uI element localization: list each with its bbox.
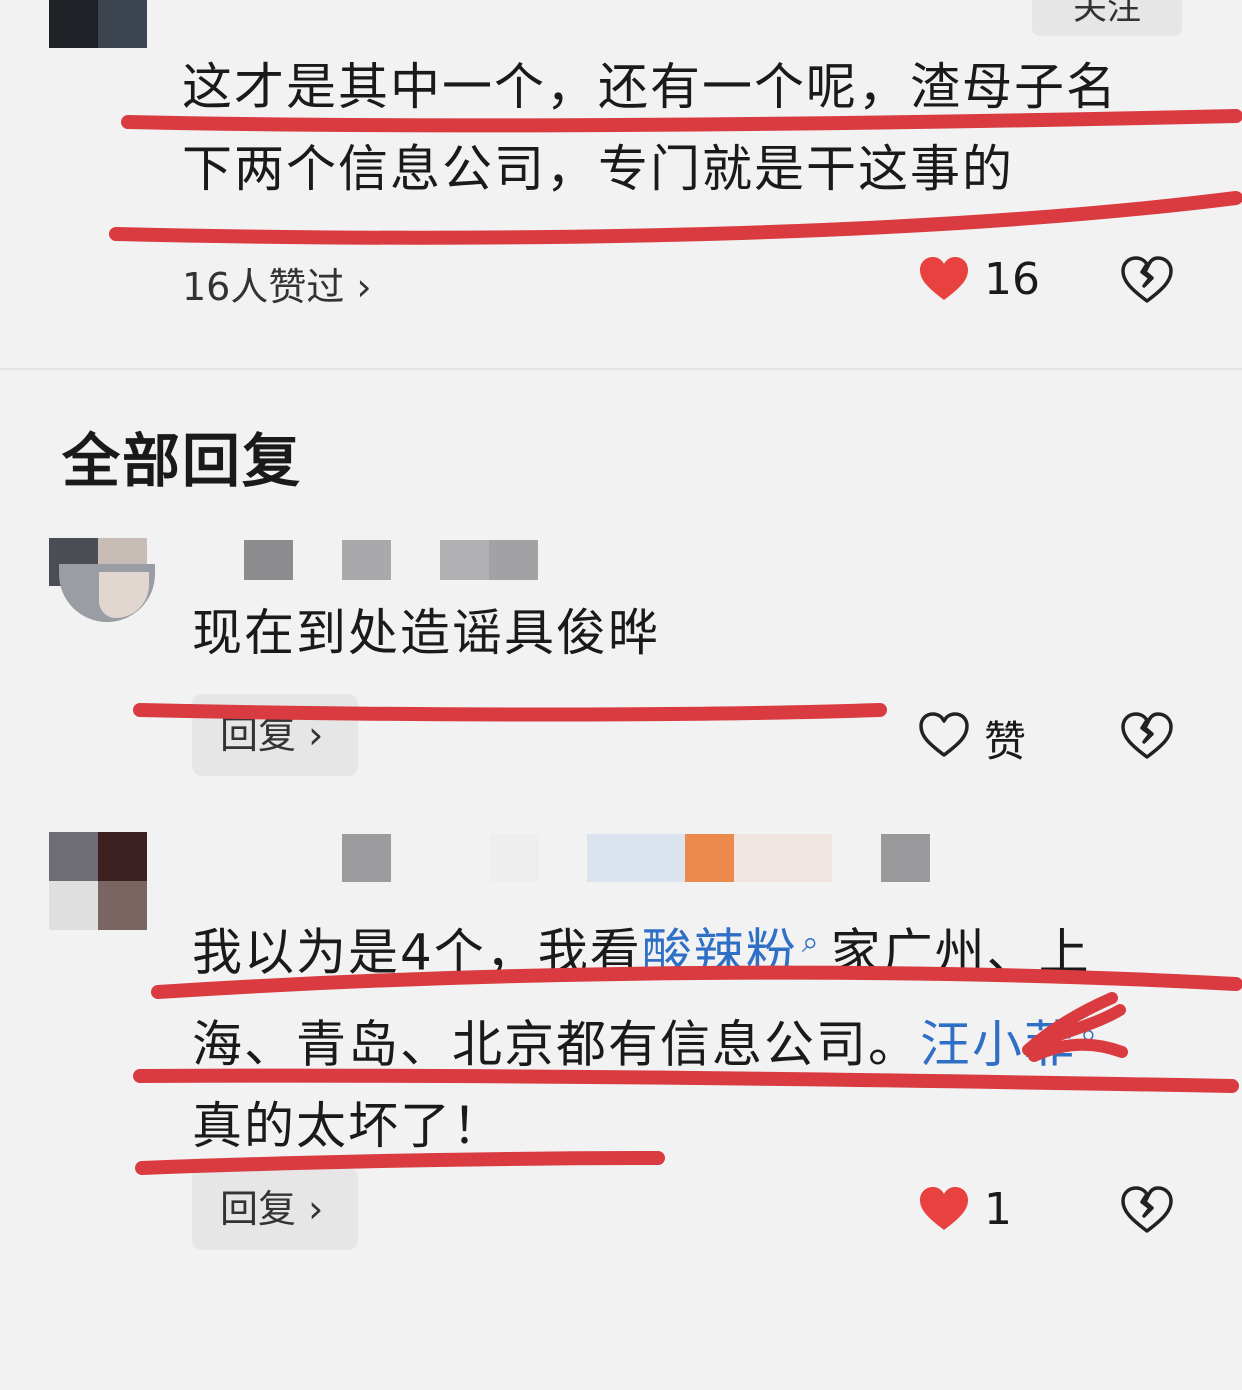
like-count: 16	[984, 254, 1040, 305]
broken-heart-icon[interactable]	[1120, 1186, 1174, 1234]
search-link[interactable]: 汪小菲	[920, 1015, 1076, 1073]
comment-text: 这才是其中一个，还有一个呢，渣母子名 下两个信息公司，专门就是干这事的	[182, 46, 1118, 210]
avatar[interactable]	[49, 0, 147, 48]
likers-link[interactable]: 16人赞过 ›	[182, 256, 372, 311]
reply-line: 海、青岛、北京都有信息公司。汪小菲 ⌕	[192, 994, 1109, 1086]
reply-line-text: 家广州、上	[830, 923, 1091, 982]
section-title: 全部回复	[62, 427, 303, 495]
heart-filled-icon[interactable]	[918, 1186, 970, 1232]
search-link[interactable]: 酸辣粉	[642, 924, 798, 982]
heart-outline-icon[interactable]	[918, 712, 970, 758]
reply-text: 现在到处造谣具俊晔	[192, 604, 660, 662]
heart-filled-icon[interactable]	[918, 256, 970, 302]
reply-line: 真的太坏了！	[192, 1097, 504, 1156]
reply-text: 我以为是4个，我看酸辣粉 ⌕ 家广州、上 海、青岛、北京都有信息公司。汪小菲 ⌕ 真的…	[192, 902, 1109, 1167]
reply-button[interactable]: 回复 ›	[192, 694, 358, 776]
search-icon[interactable]: ⌕	[1080, 1017, 1099, 1052]
follow-button[interactable]: 关注	[1032, 0, 1182, 36]
username-mosaic[interactable]	[342, 834, 942, 882]
broken-heart-icon[interactable]	[1120, 256, 1174, 304]
comment-line: 这才是其中一个，还有一个呢，渣母子名	[182, 58, 1118, 116]
comment-line: 下两个信息公司，专门就是干这事的	[182, 140, 1014, 198]
reply-line: 我以为是4个，我看酸辣粉 ⌕ 家广州、上	[192, 902, 1109, 994]
username-mosaic[interactable]	[244, 540, 540, 580]
avatar[interactable]	[49, 832, 147, 930]
search-icon[interactable]: ⌕	[802, 925, 821, 960]
section-divider	[0, 368, 1242, 370]
like-label[interactable]: 赞	[984, 708, 1026, 769]
like-count: 1	[984, 1184, 1012, 1235]
reply-line-text: 海、青岛、北京都有信息公司。	[192, 1015, 920, 1074]
broken-heart-icon[interactable]	[1120, 712, 1174, 760]
reply-button[interactable]: 回复 ›	[192, 1168, 358, 1250]
reply-line-text: 我以为是4个，我看	[192, 923, 642, 982]
avatar[interactable]	[49, 538, 157, 622]
